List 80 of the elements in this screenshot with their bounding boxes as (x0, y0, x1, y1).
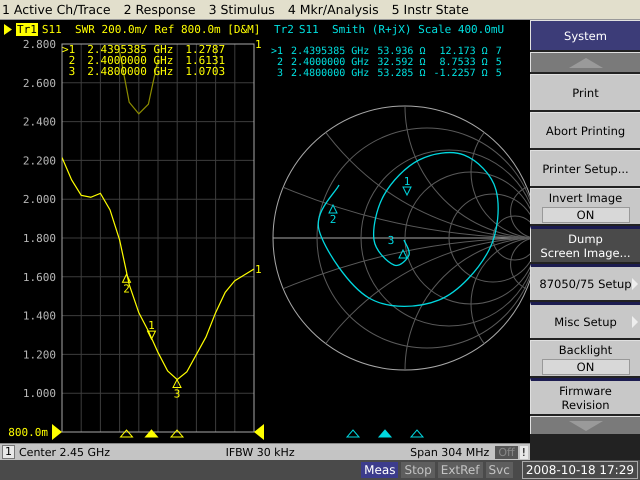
if-bandwidth: IFBW 30 kHz (226, 446, 295, 458)
marker-frequency: 2.4800000 GHz (87, 66, 174, 77)
marker-resistance: 32.592 Ω (377, 57, 426, 68)
marker-value: 1.0703 (185, 66, 226, 77)
marker-flag: 3 (172, 378, 182, 401)
date-time: 2008-10-18 17:29 (522, 461, 638, 479)
trace-header: S11 SWR 200.0m/ Ref 800.0m [D&M] (42, 22, 260, 36)
alert-indicator: ! (520, 446, 528, 458)
y-tick-label: 1.200 (22, 348, 56, 362)
menu-item[interactable]: 3 Stimulus (208, 2, 275, 17)
marker-value: 5 (496, 68, 502, 79)
marker-flag: 1 (146, 319, 156, 340)
marker-number: 2 (68, 55, 76, 66)
marker-number: 3 (68, 66, 76, 77)
marker-frequency: 2.4395385 GHz (87, 44, 174, 55)
y-tick-label: 2.200 (22, 154, 56, 168)
menu-title: System (530, 20, 640, 50)
marker-number: 2 (276, 57, 284, 68)
scroll-down-icon (568, 420, 602, 430)
reference-left-triangle (52, 424, 62, 440)
y-tick-label: 2.400 (22, 116, 56, 129)
marker-resistance: 53.936 Ω (377, 46, 426, 57)
y-tick-label: 2.000 (22, 193, 56, 206)
softkey-button[interactable]: Dump Screen Image... (530, 226, 640, 262)
marker-frequency: 2.4000000 GHz (87, 55, 174, 66)
scroll-button[interactable] (530, 416, 640, 434)
marker-frequency: 2.4395385 GHz (291, 46, 370, 57)
trace-label[interactable]: Tr1 (16, 22, 38, 36)
marker-flag: 2 (122, 273, 132, 296)
trace-label[interactable]: Tr2 (273, 22, 295, 36)
softkey-button[interactable]: Firmware Revision (530, 378, 640, 414)
status-indicator: Stop (401, 462, 435, 478)
marker-value: 1.2787 (185, 44, 226, 55)
channel-mark: 1 (255, 263, 262, 276)
center-frequency: Center 2.45 GHz (19, 446, 110, 458)
marker-reactance: 8.7533 Ω (438, 57, 488, 68)
channel-mark: 1 (255, 38, 262, 51)
menu-item[interactable]: 2 Response (124, 2, 196, 17)
reference-right-triangle (254, 424, 264, 440)
softkey-button[interactable]: Invert Image ON (530, 188, 640, 224)
marker-value: 1.6131 (185, 55, 226, 66)
marker-number: >1 (62, 44, 76, 55)
menu-item[interactable]: 1 Active Ch/Trace (2, 2, 111, 17)
submenu-arrow-icon (632, 316, 638, 328)
marker-frequency: 2.4000000 GHz (291, 57, 370, 68)
scroll-up-icon (568, 58, 602, 68)
marker-value: 5 (496, 57, 502, 68)
status-indicator: Svc (486, 462, 513, 478)
marker-frequency: 2.4800000 GHz (291, 68, 370, 79)
marker-flag: 1 (402, 175, 412, 196)
active-trace-icon (4, 24, 12, 34)
softkey-button[interactable]: Print (530, 74, 640, 110)
reference-value: 800.0m (8, 426, 48, 439)
status-indicator: ExtRef (438, 462, 483, 478)
submenu-arrow-icon (632, 278, 638, 290)
marker-value: 7 (496, 46, 502, 57)
y-tick-label: 2.600 (22, 76, 56, 90)
y-tick-label: 1.800 (22, 232, 56, 245)
softkey-button[interactable]: Printer Setup... (530, 150, 640, 186)
y-tick-label: 2.800 (22, 38, 56, 51)
frequency-span: Span 304 MHz (410, 446, 490, 458)
marker-flag: 2 (328, 204, 338, 226)
marker-number: >1 (271, 46, 284, 57)
channel-number[interactable]: 1 (2, 445, 15, 459)
softkey-button[interactable]: Abort Printing (530, 112, 640, 148)
marker-reactance: -1.2257 Ω (434, 68, 488, 79)
marker-resistance: 53.285 Ω (377, 68, 426, 79)
menu-item[interactable]: 4 Mkr/Analysis (288, 2, 379, 17)
y-tick-label: 1.000 (22, 387, 56, 400)
trace-header: S11 Smith (R+jX) Scale 400.0mU (298, 22, 504, 36)
y-tick-label: 1.600 (22, 270, 56, 284)
marker-number: 3 (276, 68, 284, 79)
softkey-button[interactable]: Backlight ON (530, 340, 640, 376)
menu-item[interactable]: 5 Instr State (392, 2, 469, 17)
scroll-button[interactable] (530, 52, 640, 72)
marker-reactance: 12.173 Ω (438, 46, 488, 57)
y-tick-label: 1.400 (22, 310, 56, 323)
status-indicator: Meas (361, 462, 398, 478)
softkey-button[interactable]: 87050/75 Setup (530, 264, 640, 300)
softkey-button[interactable]: Misc Setup (530, 302, 640, 338)
